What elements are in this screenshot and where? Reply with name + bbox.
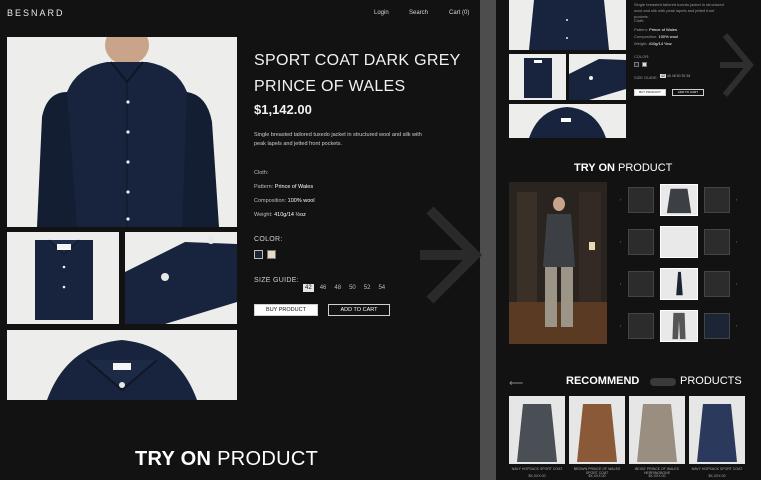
size-guide-label: SIZE GUIDE: [254,277,299,284]
spec-composition: Composition: 100% wool [254,198,315,204]
right-spec-pattern: Pattern: Prince of Wales [634,27,678,32]
color-swatch-navy[interactable] [254,250,263,259]
size-option[interactable]: 54 [686,74,690,78]
spec-pattern: Pattern: Prince of Wales [254,184,314,190]
try-on-prev-icon[interactable]: ‹ [620,239,621,244]
try-on-prev-icon[interactable]: ‹ [620,323,621,328]
right-spec-composition: Composition: 100% wool [634,34,679,39]
recommend-item-price: $X,XXX.00 [588,474,606,478]
spec-cloth: Cloth: [254,170,269,176]
try-on-trousers-option[interactable] [628,313,654,339]
right-spec-weight: Weight: 410g/14 ½oz [634,41,672,46]
decorative-arrow-icon [720,33,754,97]
recommend-item[interactable] [629,396,685,464]
nav-login[interactable]: Login [374,10,389,16]
nav-cart[interactable]: Cart (0) [449,10,469,16]
size-option[interactable]: 50 [347,284,358,292]
try-on-trousers-option[interactable] [704,313,730,339]
right-folded-image[interactable] [509,54,566,100]
spec-weight: Weight: 410g/14 ½oz [254,212,306,218]
try-on-next-icon[interactable]: › [736,239,737,244]
try-on-tie-option-selected[interactable] [660,268,698,300]
recommend-item-name: NAVY HOPSACK SPORT COAT [511,467,563,471]
right-try-on-heading: TRY ON PRODUCT [574,162,673,174]
color-label: COLOR: [254,236,283,243]
size-option[interactable]: 46 [667,74,671,78]
recommend-item-price: $X,XXX.00 [648,474,666,478]
size-option[interactable]: 54 [376,284,387,292]
try-on-tie-option[interactable] [704,271,730,297]
recommend-item-price: $X,XXX.00 [708,474,726,478]
recommend-heading-light: PRODUCTS [680,375,742,387]
right-spec-cloth: Cloth: [634,18,645,23]
color-swatch-beige[interactable] [267,250,276,259]
nav-search[interactable]: Search [409,10,428,16]
recommend-heading: RECOMMEND [566,375,640,387]
recommend-prev-arrow-icon[interactable]: ⟵ [509,378,523,389]
right-size-options: 42 46 48 50 52 54 [660,74,690,78]
try-on-prev-icon[interactable]: ‹ [620,197,621,202]
recommend-divider-shape [650,378,676,386]
recommend-item-name: NAVY HOPSACK SPORT COAT [691,467,743,471]
size-option[interactable]: 50 [677,74,681,78]
try-on-shirt-option-selected[interactable] [660,226,698,258]
try-on-shirt-option[interactable] [628,229,654,255]
try-on-prev-icon[interactable]: ‹ [620,281,621,286]
try-on-heading: TRY ON PRODUCT [135,448,319,470]
recommend-item[interactable] [509,396,565,464]
right-cuff-image[interactable] [569,54,626,100]
size-option[interactable]: 42 [303,284,314,292]
try-on-jacket-option-selected[interactable] [660,184,698,216]
try-on-trousers-option-selected[interactable] [660,310,698,342]
try-on-shirt-option[interactable] [704,229,730,255]
try-on-jacket-option[interactable] [628,187,654,213]
add-to-cart-button[interactable]: ADD TO CART [328,304,390,316]
try-on-model-image[interactable] [509,182,607,344]
size-option[interactable]: 52 [362,284,373,292]
right-color-label: COLOR: [634,54,650,59]
product-main-image[interactable] [7,37,237,227]
product-price: $1,142.00 [254,102,312,117]
buy-product-button[interactable]: BUY PRODUCT [254,304,318,316]
try-on-jacket-option[interactable] [704,187,730,213]
recommend-item[interactable] [689,396,745,464]
product-collar-image[interactable] [7,330,237,400]
try-on-next-icon[interactable]: › [736,197,737,202]
product-title: SPORT COAT DARK GREY PRINCE OF WALES [254,52,461,95]
recommend-item[interactable] [569,396,625,464]
right-collar-image[interactable] [509,104,626,138]
right-add-button[interactable]: ADD TO CART [672,89,704,96]
try-on-tie-option[interactable] [628,271,654,297]
right-size-label: SIZE GUIDE: [634,75,658,80]
product-cuff-image[interactable] [125,232,237,324]
size-option[interactable]: 42 [660,74,666,78]
right-main-image[interactable] [509,0,626,50]
size-option[interactable]: 48 [332,284,343,292]
right-swatch-navy[interactable] [634,62,639,67]
decorative-arrow-icon [420,206,483,304]
brand-logo[interactable]: BESNARD [7,8,65,18]
product-folded-image[interactable] [7,232,119,324]
size-option[interactable]: 48 [672,74,676,78]
right-description: Single breasted tailored tuxedo jacket i… [634,2,724,19]
size-option[interactable]: 46 [318,284,329,292]
size-option[interactable]: 52 [682,74,686,78]
try-on-next-icon[interactable]: › [736,323,737,328]
size-options: 42 46 48 50 52 54 [303,276,391,294]
product-description: Single breasted tailored tuxedo jacket i… [254,132,422,147]
recommend-item-price: $X,XXX.00 [528,474,546,478]
try-on-next-icon[interactable]: › [736,281,737,286]
right-buy-button[interactable]: BUY PRODUCT [634,89,666,96]
right-swatch-beige[interactable] [642,62,647,67]
